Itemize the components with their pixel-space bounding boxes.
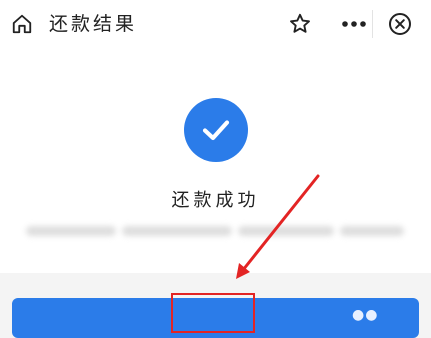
close-circle-icon (389, 13, 411, 35)
result-card: 还款成功 (0, 48, 431, 273)
blurred-detail (238, 226, 334, 236)
highlight-box (171, 293, 255, 333)
blurred-detail (340, 226, 404, 236)
button-glyph: ●● (352, 307, 379, 323)
check-circle-icon (184, 98, 248, 162)
close-button[interactable] (384, 8, 416, 40)
home-button[interactable] (6, 8, 38, 40)
check-icon (202, 120, 230, 141)
header-divider (372, 10, 373, 38)
blurred-detail (122, 226, 232, 236)
more-button[interactable] (338, 8, 370, 40)
top-bar: 还款结果 (0, 0, 431, 48)
more-dots-icon (342, 21, 366, 27)
blurred-detail (26, 226, 116, 236)
page-title: 还款结果 (49, 13, 138, 35)
star-icon (290, 13, 310, 33)
status-text: 还款成功 (171, 190, 260, 211)
favorite-button[interactable] (284, 8, 316, 40)
home-icon (12, 14, 32, 34)
